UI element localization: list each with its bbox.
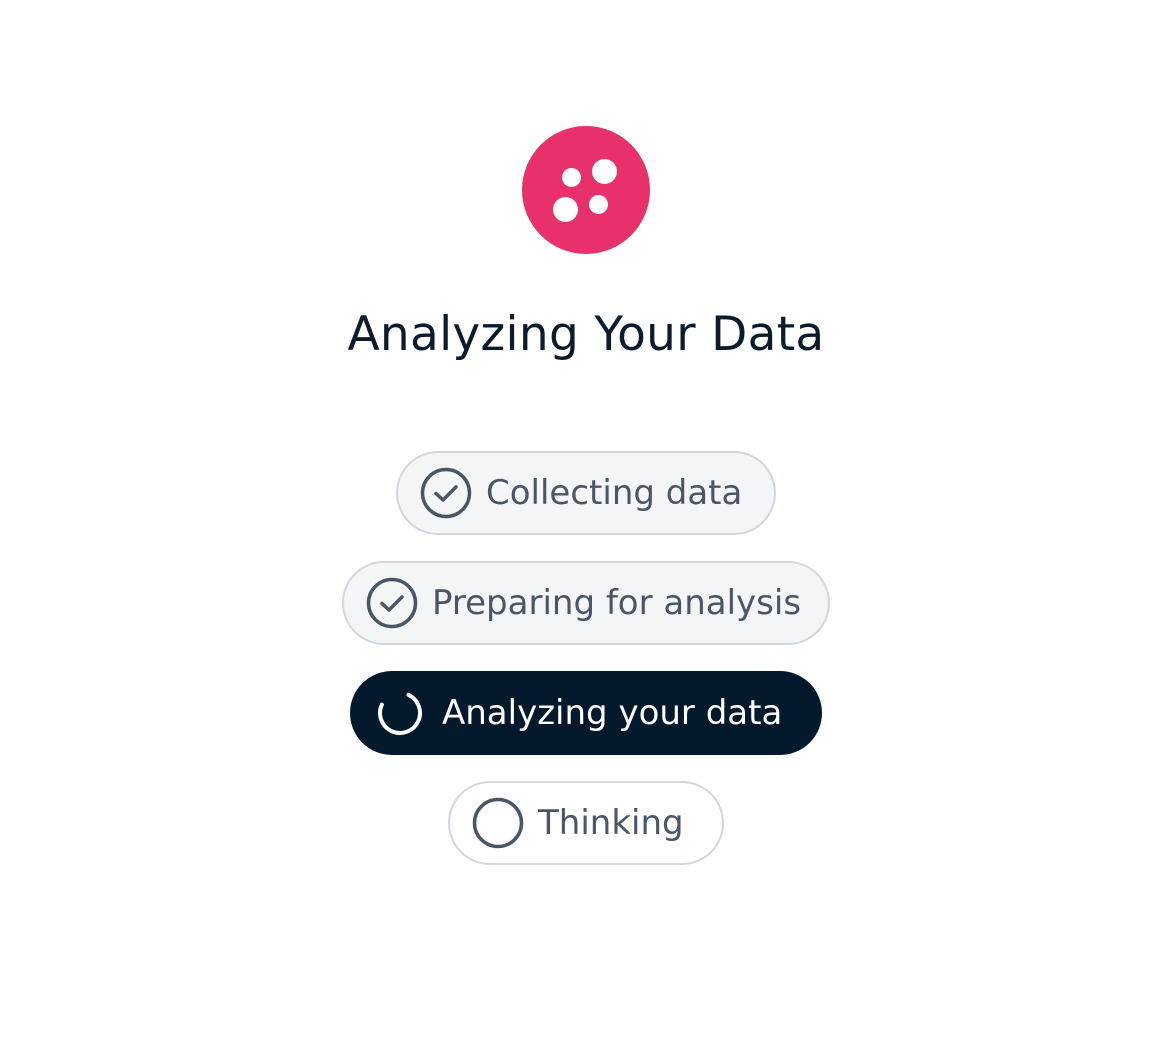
logo-dot bbox=[592, 159, 617, 184]
spinner-icon bbox=[378, 692, 422, 735]
dots-logo-icon bbox=[522, 126, 650, 254]
step-preparing-for-analysis: Preparing for analysis bbox=[342, 561, 830, 645]
step-label: Collecting data bbox=[486, 473, 743, 513]
page-title: Analyzing Your Data bbox=[347, 307, 825, 362]
step-label: Thinking bbox=[538, 803, 684, 843]
step-analyzing-your-data: Analyzing your data bbox=[350, 671, 822, 755]
empty-circle-icon bbox=[472, 797, 524, 849]
logo-dot bbox=[562, 168, 581, 187]
check-circle-icon bbox=[366, 577, 418, 629]
step-collecting-data: Collecting data bbox=[396, 451, 776, 535]
step-label: Analyzing your data bbox=[442, 693, 783, 733]
check-circle-icon bbox=[420, 467, 472, 519]
logo-dot bbox=[589, 195, 608, 214]
logo-dot bbox=[553, 197, 578, 222]
step-thinking: Thinking bbox=[448, 781, 724, 865]
step-label: Preparing for analysis bbox=[432, 583, 802, 623]
